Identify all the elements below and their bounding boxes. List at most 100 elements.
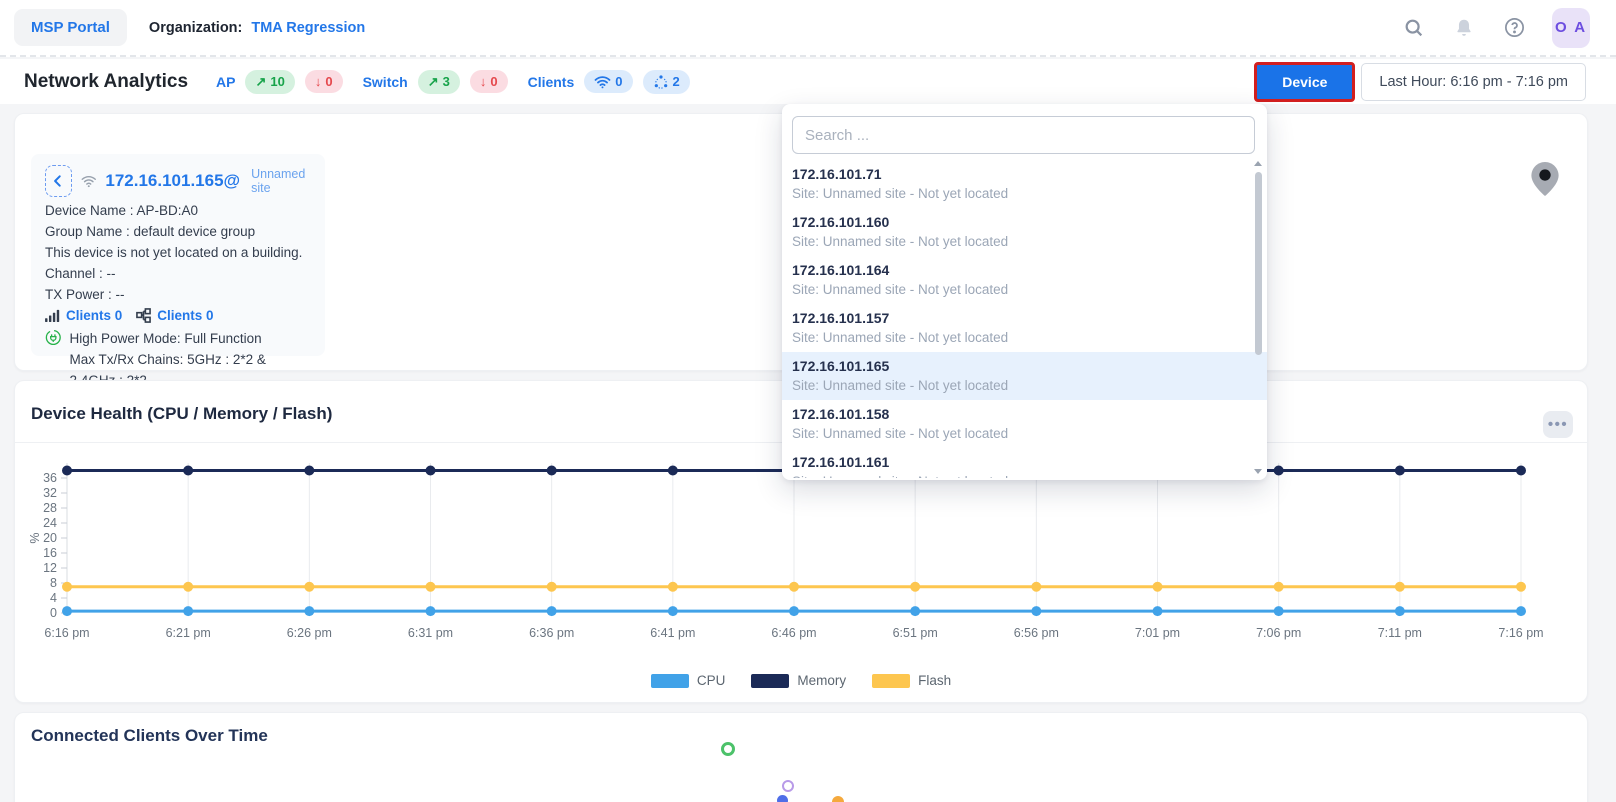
ap-label: AP [216,74,235,90]
svg-text:20: 20 [43,531,57,545]
dropdown-item[interactable]: 172.16.101.161Site: Unnamed site - Not y… [782,448,1267,478]
svg-text:6:56 pm: 6:56 pm [1014,626,1059,640]
svg-text:4: 4 [50,591,57,605]
svg-text:7:11 pm: 7:11 pm [1378,626,1422,640]
svg-text:16: 16 [43,546,57,560]
device-dropdown-list: 172.16.101.71Site: Unnamed site - Not ye… [782,160,1267,478]
clients-wired-pill[interactable]: 2 [643,70,690,94]
legend-swatch [651,674,689,688]
arrow-down-icon: ↓ [480,74,487,89]
connected-clients-title: Connected Clients Over Time [31,726,268,746]
tx-power-text: TX Power : -- [45,284,311,305]
dropdown-item-ip: 172.16.101.160 [792,213,1243,232]
device-name-text: Device Name : AP-BD:A0 [45,200,311,221]
dropdown-item-ip: 172.16.101.165 [792,357,1243,376]
device-site-link[interactable]: Unnamed site [251,167,311,195]
switch-label: Switch [363,74,408,90]
svg-text:6:41 pm: 6:41 pm [650,626,695,640]
dropdown-item-site: Site: Unnamed site - Not yet located [792,280,1243,299]
signal-bars-icon [45,309,60,322]
loader-dot-blue [777,795,788,802]
top-header-bar: MSP Portal Organization: TMA Regression [0,0,1616,57]
svg-text:32: 32 [43,486,57,500]
switch-down-pill[interactable]: ↓0 [470,70,508,93]
device-health-title: Device Health (CPU / Memory / Flash) [31,404,332,424]
topology-icon [136,308,151,323]
svg-text:12: 12 [43,561,57,575]
dropdown-item[interactable]: 172.16.101.157Site: Unnamed site - Not y… [782,304,1267,352]
chevron-left-icon [51,174,65,188]
dropdown-item-ip: 172.16.101.157 [792,309,1243,328]
svg-text:6:51 pm: 6:51 pm [893,626,938,640]
device-dropdown: 172.16.101.71Site: Unnamed site - Not ye… [782,104,1267,480]
svg-text:6:36 pm: 6:36 pm [529,626,574,640]
search-icon[interactable] [1402,16,1426,40]
dropdown-item[interactable]: 172.16.101.158Site: Unnamed site - Not y… [782,400,1267,448]
user-avatar[interactable]: O A [1552,8,1590,48]
svg-text:6:21 pm: 6:21 pm [166,626,211,640]
svg-text:6:46 pm: 6:46 pm [771,626,816,640]
power-mode-text: High Power Mode: Full Function [70,328,311,349]
scroll-up-arrow-icon[interactable] [1254,161,1262,166]
page-title: Network Analytics [24,71,188,93]
device-search-input[interactable] [792,116,1255,154]
wifi-icon [594,75,611,89]
loader-dot-purple [782,780,794,792]
svg-text:36: 36 [43,471,57,485]
legend-item-flash[interactable]: Flash [872,673,951,688]
dropdown-item[interactable]: 172.16.101.165Site: Unnamed site - Not y… [782,352,1267,400]
legend-item-memory[interactable]: Memory [751,673,846,688]
notifications-bell-icon[interactable] [1452,16,1476,40]
legend-label: Flash [918,673,951,688]
ap-down-pill[interactable]: ↓0 [305,70,343,93]
group-name-text: Group Name : default device group [45,221,311,242]
dropdown-item-site: Site: Unnamed site - Not yet located [792,184,1243,203]
svg-text:7:06 pm: 7:06 pm [1256,626,1301,640]
analytics-toolbar: Network Analytics AP ↗10 ↓0 Switch ↗3 ↓0… [0,59,1616,104]
loader-dot-green [721,742,735,756]
chart-legend: CPU Memory Flash [15,673,1587,688]
svg-text:6:16 pm: 6:16 pm [44,626,89,640]
dropdown-item[interactable]: 172.16.101.160Site: Unnamed site - Not y… [782,208,1267,256]
dropdown-item-site: Site: Unnamed site - Not yet located [792,328,1243,347]
arrow-up-icon: ↗ [255,74,266,90]
dropdown-item-ip: 172.16.101.158 [792,405,1243,424]
dropdown-item-site: Site: Unnamed site - Not yet located [792,472,1243,478]
dropdown-item[interactable]: 172.16.101.164Site: Unnamed site - Not y… [782,256,1267,304]
connected-clients-card: Connected Clients Over Time [14,712,1588,802]
dropdown-item[interactable]: 172.16.101.71Site: Unnamed site - Not ye… [782,160,1267,208]
svg-text:28: 28 [43,501,57,515]
svg-text:6:31 pm: 6:31 pm [408,626,453,640]
dropdown-item-ip: 172.16.101.161 [792,453,1243,472]
card-menu-button[interactable]: ••• [1543,411,1573,438]
help-icon[interactable] [1502,16,1526,40]
switch-up-pill[interactable]: ↗3 [418,70,460,94]
msp-portal-button[interactable]: MSP Portal [14,9,127,46]
svg-text:24: 24 [43,516,57,530]
svg-text:8: 8 [50,576,57,590]
clients-link-b[interactable]: Clients 0 [157,305,213,326]
device-health-chart: 6:16 pm 6:21 pm 6:26 pm 6:31 pm 6:36 pm 6:41 … [25,453,1559,668]
time-range-selector[interactable]: Last Hour: 6:16 pm - 7:16 pm [1361,63,1586,101]
legend-swatch [872,674,910,688]
svg-text:%: % [28,532,42,543]
device-ip-link[interactable]: 172.16.101.165@ [105,171,240,191]
legend-item-cpu[interactable]: CPU [651,673,726,688]
dropdown-item-ip: 172.16.101.71 [792,165,1243,184]
map-pin-icon[interactable] [1531,162,1559,201]
svg-text:7:01 pm: 7:01 pm [1135,626,1180,640]
clients-wifi-pill[interactable]: 0 [584,70,632,93]
organization-name-link[interactable]: TMA Regression [251,20,365,36]
device-info-panel: 172.16.101.165@ Unnamed site Device Name… [31,154,325,356]
scroll-down-arrow-icon[interactable] [1254,469,1262,474]
svg-text:0: 0 [50,606,57,620]
dropdown-scrollbar[interactable] [1255,172,1262,355]
svg-text:7:16 pm: 7:16 pm [1498,626,1543,640]
clients-link-a[interactable]: Clients 0 [66,305,122,326]
svg-text:6:26 pm: 6:26 pm [287,626,332,640]
ap-up-pill[interactable]: ↗10 [245,70,294,94]
device-selector-button[interactable]: Device [1254,62,1355,102]
back-button[interactable] [45,165,72,197]
dropdown-item-site: Site: Unnamed site - Not yet located [792,232,1243,251]
dropdown-item-ip: 172.16.101.164 [792,261,1243,280]
